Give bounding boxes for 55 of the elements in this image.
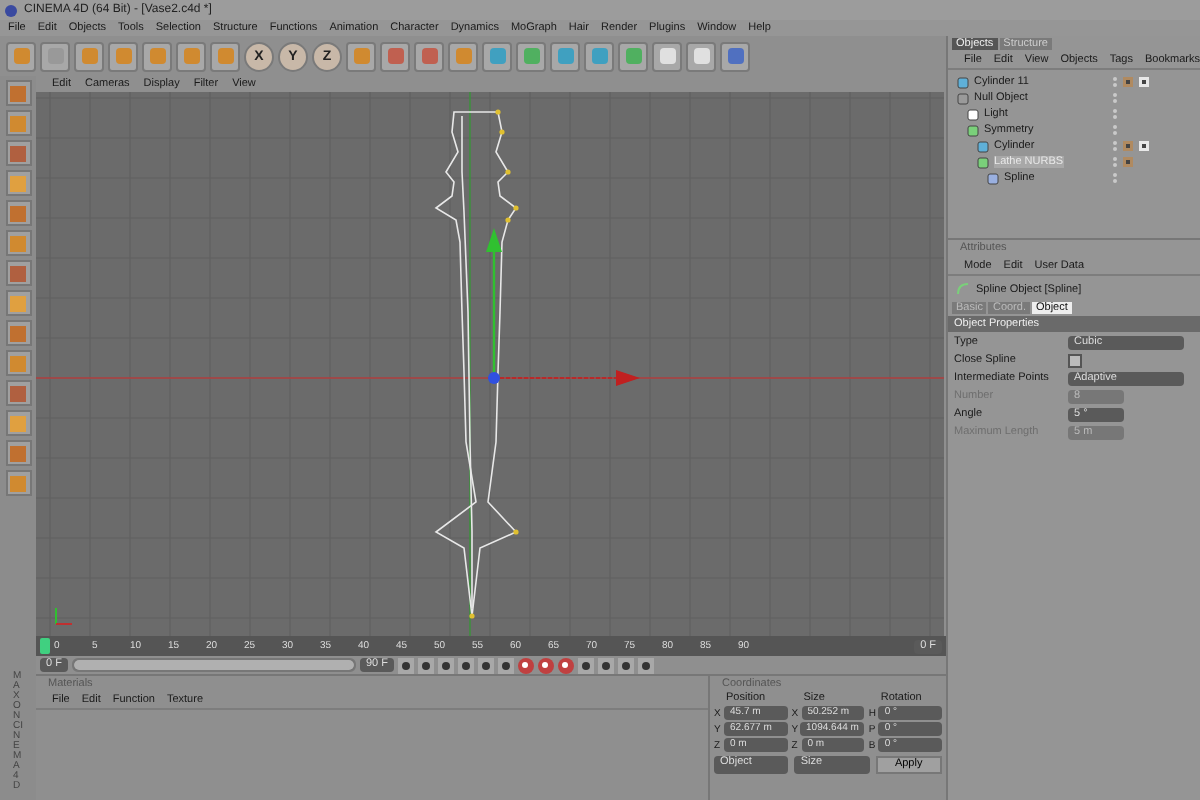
tag-icon — [1122, 76, 1134, 88]
toolbar-icon[interactable] — [108, 41, 138, 71]
toolbar-icon[interactable] — [584, 41, 614, 71]
toolbar-icon[interactable] — [482, 41, 512, 71]
mode-icon[interactable] — [5, 470, 31, 496]
toolbar-icon[interactable] — [448, 41, 478, 71]
toolbar-icon[interactable] — [210, 41, 240, 71]
playback-button[interactable] — [477, 657, 494, 673]
toolbar-icon[interactable] — [720, 41, 750, 71]
toolbar-icon[interactable] — [40, 41, 70, 71]
mode-icon[interactable] — [5, 410, 31, 436]
mode-icon[interactable] — [5, 140, 31, 166]
mode-icon[interactable] — [5, 80, 31, 106]
mode-icon[interactable] — [5, 290, 31, 316]
mode-icon[interactable] — [5, 320, 31, 346]
mode-icon[interactable] — [5, 230, 31, 256]
tag-icon — [1138, 140, 1150, 152]
toolbar-icon[interactable] — [516, 41, 546, 71]
mode-icon[interactable] — [5, 170, 31, 196]
mode-icon[interactable] — [5, 350, 31, 376]
toolbar-icon[interactable] — [380, 41, 410, 71]
mode-icon[interactable] — [5, 260, 31, 286]
toolbar-icon[interactable] — [176, 41, 206, 71]
mode-icon[interactable] — [5, 200, 31, 226]
toolbar-icon[interactable] — [6, 41, 36, 71]
key-mode-button[interactable] — [577, 657, 594, 673]
spline-object-icon — [956, 282, 971, 296]
viewport[interactable] — [36, 92, 944, 636]
toolbar-icon[interactable] — [346, 41, 376, 71]
playback-button[interactable] — [457, 657, 474, 673]
playback-button[interactable] — [437, 657, 454, 673]
playback-button[interactable] — [497, 657, 514, 673]
toolbar-icon[interactable] — [550, 41, 580, 71]
app-logo-icon — [4, 3, 18, 17]
key-mode-button[interactable] — [617, 657, 634, 673]
mode-icon[interactable] — [5, 110, 31, 136]
checkbox[interactable] — [1068, 353, 1083, 367]
playhead-marker[interactable] — [40, 638, 50, 654]
toolbar-icon[interactable] — [686, 41, 716, 71]
toolbar-icon[interactable] — [618, 41, 648, 71]
tag-icon — [1138, 76, 1150, 88]
key-mode-button[interactable] — [597, 657, 614, 673]
toolbar-icon[interactable] — [74, 41, 104, 71]
world-axis-icon — [55, 607, 73, 625]
object-axis-center-icon — [488, 372, 500, 384]
mode-icon[interactable] — [5, 440, 31, 466]
toolbar-icon[interactable] — [142, 41, 172, 71]
tag-icon — [1122, 140, 1134, 152]
tag-icon — [1122, 156, 1134, 168]
toolbar-icon[interactable] — [652, 41, 682, 71]
playback-button[interactable] — [397, 657, 414, 673]
playback-button[interactable] — [417, 657, 434, 673]
key-mode-button[interactable] — [637, 657, 654, 673]
mode-icon[interactable] — [5, 380, 31, 406]
toolbar-icon[interactable] — [414, 41, 444, 71]
